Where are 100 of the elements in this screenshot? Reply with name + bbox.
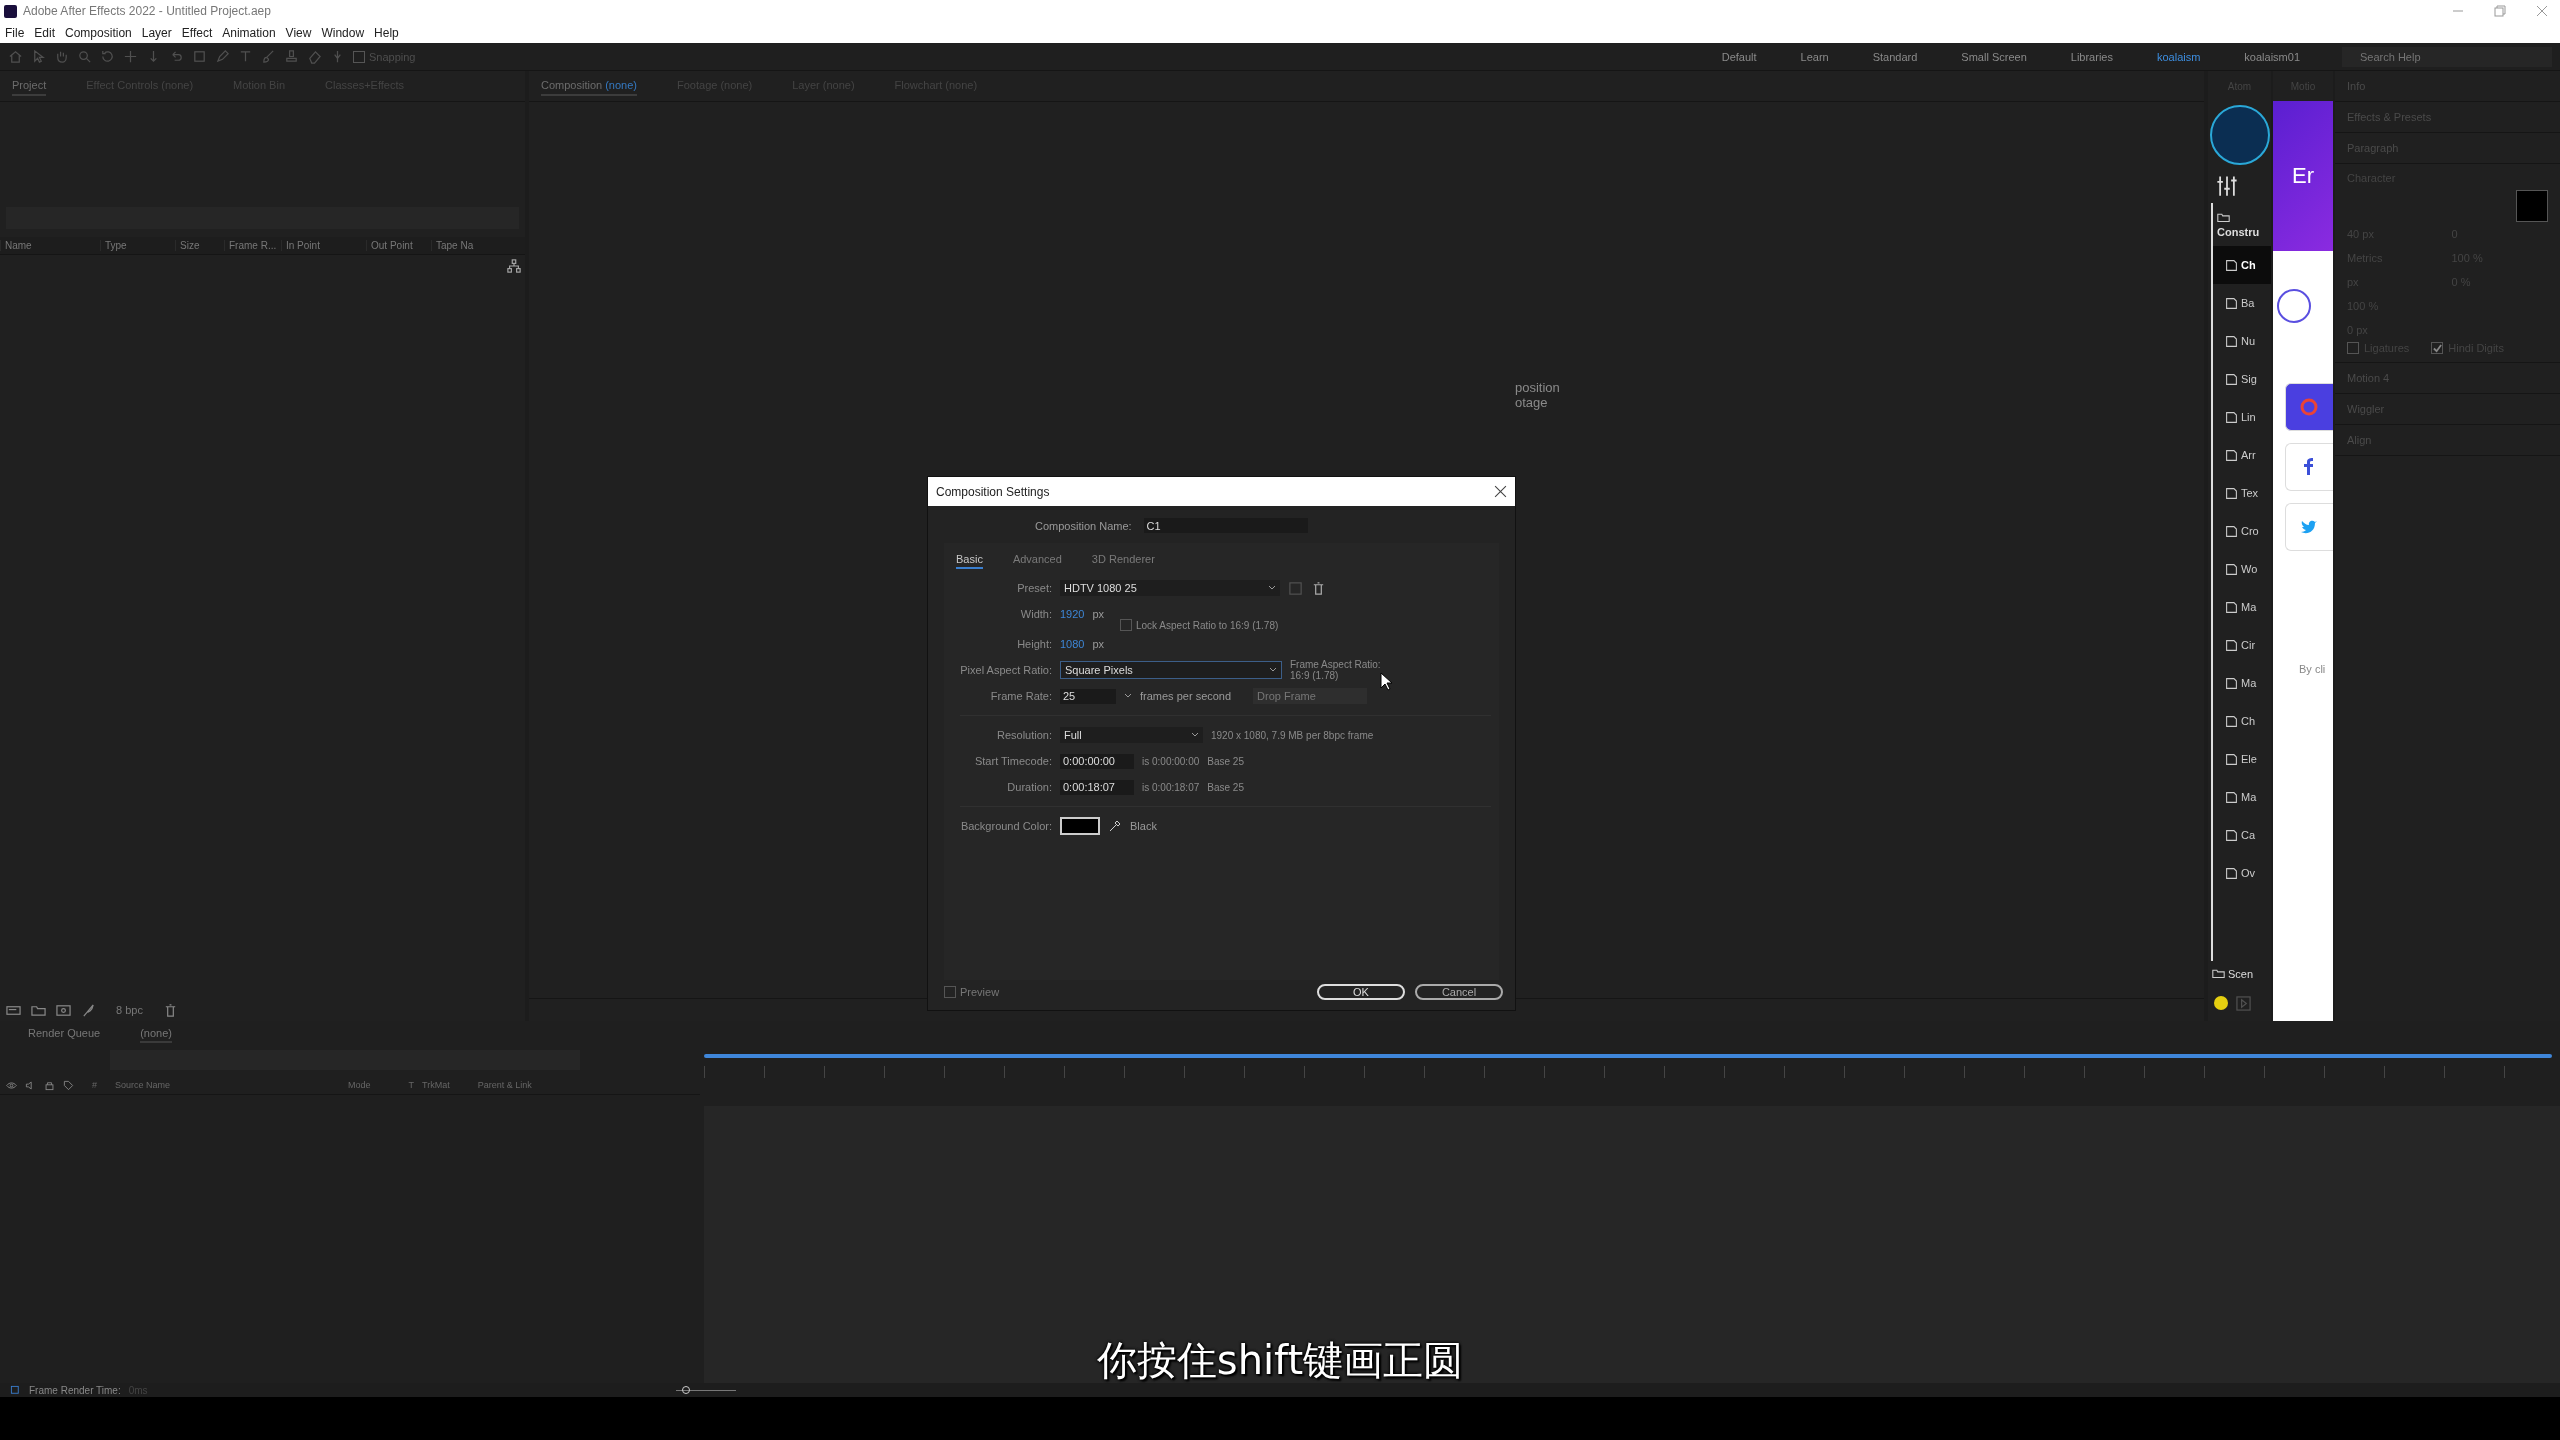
checkbox[interactable] [2347,342,2359,354]
caret-icon[interactable] [1191,731,1199,739]
dialog-tab[interactable]: Advanced [1012,553,1062,569]
checkbox[interactable] [2431,342,2444,354]
composition-name-field[interactable]: C1 [1143,518,1308,533]
feather-icon[interactable] [81,1002,96,1018]
home-icon[interactable] [8,49,23,64]
snapping-checkbox[interactable] [353,50,365,63]
column-header[interactable]: # [92,1080,97,1090]
drop-frame-dropdown[interactable]: Drop Frame [1253,688,1368,704]
search-help-field[interactable]: Search Help [2342,46,2552,67]
brush-icon[interactable] [261,49,276,64]
template-item[interactable]: Ch [2213,702,2271,740]
template-item[interactable]: Sig [2213,360,2271,398]
ok-button[interactable]: OK [1317,984,1405,1000]
folder-icon[interactable] [2217,211,2230,224]
pixel-aspect-dropdown[interactable]: Square Pixels [1060,661,1282,679]
workspace-tab[interactable]: Standard [1850,50,1940,63]
restore-icon[interactable] [2494,5,2506,17]
column-header[interactable]: Type [100,240,175,251]
folder-icon[interactable] [2212,967,2225,980]
rectangle-icon[interactable] [192,49,207,64]
timeline-tab[interactable]: Render Queue [28,1024,101,1043]
caret-icon[interactable] [1268,584,1276,592]
tag-icon[interactable] [63,1079,74,1091]
template-item[interactable]: Cir [2213,626,2271,664]
menu-item[interactable]: Layer [141,25,172,40]
column-header[interactable]: Frame R... [224,240,281,251]
workspace-tab[interactable]: koalaism [2134,50,2223,63]
lock-icon[interactable] [44,1079,55,1091]
checkbox[interactable] [1120,619,1132,631]
width-value[interactable]: 1920 [1060,608,1085,620]
menu-item[interactable]: Edit [34,25,56,40]
frame-rate-field[interactable]: 25 [1060,688,1116,704]
timecode-field[interactable]: 0:00:00:00 [1060,753,1134,769]
flowchart-icon[interactable] [507,259,521,273]
template-item[interactable]: Arr [2213,436,2271,474]
template-item[interactable]: Ov [2213,854,2271,892]
cancel-button[interactable]: Cancel [1415,984,1503,1000]
close-icon[interactable] [1494,485,1507,498]
column-header[interactable]: In Point [281,240,366,251]
template-item[interactable]: Ba [2213,284,2271,322]
pen-icon[interactable] [215,49,230,64]
text-icon[interactable] [238,49,253,64]
template-item[interactable]: Ma [2213,778,2271,816]
viewer-tab[interactable]: Composition (none) [541,76,637,96]
column-header[interactable]: Source Name [115,1080,171,1090]
column-header[interactable]: Size [175,240,224,251]
menu-item[interactable]: Help [374,25,399,40]
height-value[interactable]: 1080 [1060,638,1085,650]
menu-item[interactable]: Composition [65,25,132,40]
menu-item[interactable]: Effect [181,25,213,40]
eyedropper-icon[interactable] [1108,819,1122,833]
color-swatch[interactable] [1060,817,1100,835]
template-item[interactable]: Nu [2213,322,2271,360]
menu-item[interactable]: Animation [222,25,276,40]
workspace-tab[interactable]: koalaism01 [2222,50,2322,63]
column-header[interactable]: Tape Na [431,240,476,251]
workspace-tab[interactable]: Default [1699,50,1779,63]
workspace-tab[interactable]: Libraries [2048,50,2135,63]
dialog-tab[interactable]: 3D Renderer [1091,553,1155,569]
template-item[interactable]: Tex [2213,474,2271,512]
sliders-icon[interactable] [2216,175,2238,197]
stamp-icon[interactable] [284,49,299,64]
template-item[interactable]: Ele [2213,740,2271,778]
resolution-dropdown[interactable]: Full [1060,727,1203,743]
bit-depth-button[interactable]: 8 bpc [106,1004,153,1016]
caret-icon[interactable] [1124,692,1132,700]
template-item[interactable]: Wo [2213,550,2271,588]
twitter-button[interactable] [2285,503,2333,551]
trash-icon[interactable] [1311,580,1326,596]
eye-icon[interactable] [6,1079,17,1091]
facebook-button[interactable] [2285,443,2333,491]
template-item[interactable]: Ma [2213,588,2271,626]
dialog-tab[interactable]: Basic [956,553,983,569]
template-item[interactable]: Lin [2213,398,2271,436]
menu-item[interactable]: Window [321,25,365,40]
caret-icon[interactable] [1269,666,1277,674]
template-item[interactable]: Cro [2213,512,2271,550]
preset-dropdown[interactable]: HDTV 1080 25 [1060,580,1280,596]
play-icon[interactable] [2236,996,2251,1011]
timecode-field[interactable]: 0:00:18:07 [1060,779,1134,795]
workspace-tab[interactable]: Small Screen [1939,50,2049,63]
move-icon[interactable] [123,49,138,64]
column-header[interactable]: T [408,1080,415,1090]
render-icon[interactable] [10,1384,21,1396]
google-button[interactable] [2285,383,2333,431]
checkbox[interactable] [944,986,956,998]
template-item[interactable]: Ca [2213,816,2271,854]
template-item[interactable]: Ch [2213,246,2271,284]
fill-color-swatch[interactable] [2516,190,2548,222]
menu-item[interactable]: File [5,25,25,40]
column-header[interactable]: Parent & Link [477,1080,532,1090]
timeline-tab[interactable]: (none) [140,1024,172,1043]
pointer-icon[interactable] [31,49,46,64]
column-header[interactable]: TrkMat [422,1080,450,1090]
hand-icon[interactable] [54,49,69,64]
save-preset-icon[interactable] [1288,580,1303,596]
panel-tab[interactable]: Project [12,76,47,96]
rotate-icon[interactable] [100,49,115,64]
